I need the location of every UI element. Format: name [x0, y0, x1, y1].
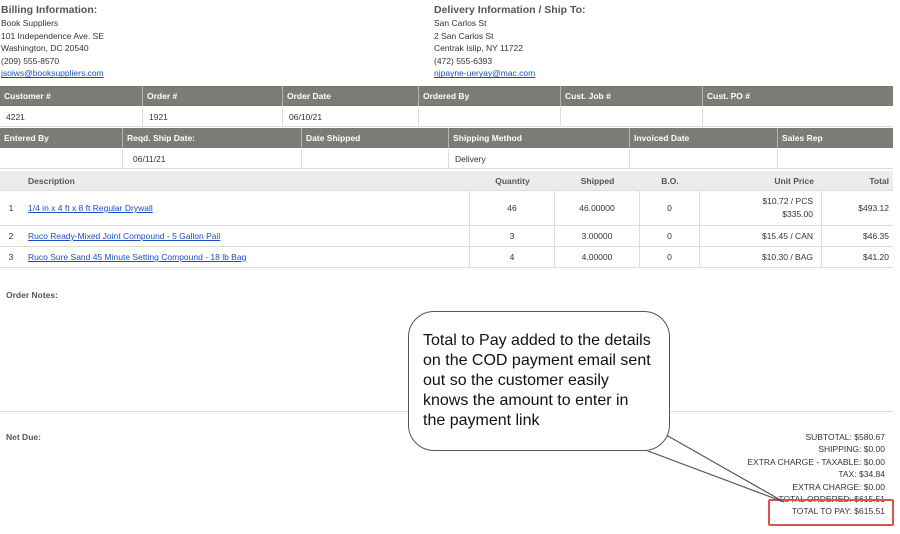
- annotation-callout: Total to Pay added to the details on the…: [408, 311, 670, 451]
- order-date-value: 06/10/21: [283, 107, 419, 126]
- extra-charge: EXTRA CHARGE: $0.00: [792, 481, 885, 492]
- item-bo: 0: [640, 247, 700, 267]
- order-notes-label: Order Notes:: [6, 290, 58, 300]
- delivery-name: San Carlos St: [434, 18, 487, 28]
- order-date-header: Order Date: [283, 86, 419, 106]
- billing-phone: (209) 555-8570: [1, 55, 60, 66]
- item-number: 1: [8, 203, 14, 213]
- invoiced-date-value: [630, 149, 778, 168]
- cust-job-value: [561, 107, 703, 126]
- entered-by-value: [0, 149, 123, 168]
- item-shipped: 46.00000: [555, 191, 640, 225]
- billing-info: Billing Information: Book Suppliers 101 …: [1, 4, 104, 80]
- ship-values-row: 06/11/21 Delivery: [0, 149, 893, 169]
- sales-rep-value: [778, 149, 893, 168]
- item-description-link[interactable]: 1/4 in x 4 ft x 8 ft Regular Drywall: [28, 201, 153, 215]
- extra-charge-taxable: EXTRA CHARGE - TAXABLE: $0.00: [747, 456, 885, 467]
- item-shipped: 3.00000: [555, 226, 640, 246]
- items-table: Description Quantity Shipped B.O. Unit P…: [0, 171, 893, 268]
- billing-title: Billing Information:: [1, 4, 98, 16]
- quantity-header: Quantity: [495, 176, 530, 186]
- order-number-value: 1921: [143, 107, 283, 126]
- item-quantity: 46: [470, 191, 555, 225]
- cust-po-value: [703, 107, 893, 126]
- reqd-ship-date-value: 06/11/21: [123, 149, 302, 168]
- delivery-email-link[interactable]: njpayne-ueryay@mac.com: [434, 68, 535, 78]
- item-total: $46.35: [863, 231, 889, 241]
- item-total: $41.20: [863, 252, 889, 262]
- items-header-row: Description Quantity Shipped B.O. Unit P…: [0, 171, 893, 191]
- delivery-address: 2 San Carlos St: [434, 30, 494, 41]
- ordered-by-value: [419, 107, 561, 126]
- item-bo: 0: [640, 226, 700, 246]
- customer-number-value: 4221: [0, 107, 143, 126]
- billing-name: Book Suppliers: [1, 18, 59, 28]
- subtotal: SUBTOTAL: $580.67: [805, 432, 885, 442]
- unit-price-header: Unit Price: [774, 176, 814, 186]
- billing-city: Washington, DC 20540: [1, 43, 89, 54]
- entered-by-header: Entered By: [0, 128, 123, 148]
- item-quantity: 3: [470, 226, 555, 246]
- item-quantity: 4: [470, 247, 555, 267]
- unit-price-secondary: $335.00: [782, 209, 813, 219]
- invoiced-date-header: Invoiced Date: [630, 128, 778, 148]
- billing-address: 101 Independence Ave. SE: [1, 30, 104, 41]
- tax-total: TAX: $34.84: [838, 469, 885, 480]
- item-number-header: [0, 171, 22, 190]
- total-to-pay-highlight: [768, 499, 894, 526]
- cust-job-header: Cust. Job #: [561, 86, 703, 106]
- item-unit-price: $10.30 / BAG: [700, 247, 822, 267]
- bo-header: B.O.: [661, 176, 679, 186]
- item-bo: 0: [640, 191, 700, 225]
- delivery-title: Delivery Information / Ship To:: [434, 4, 586, 16]
- date-shipped-value: [302, 149, 449, 168]
- item-description-link[interactable]: Ruco Sure Sand 45 Minute Setting Compoun…: [28, 252, 246, 262]
- ship-header-row: Entered By Reqd. Ship Date: Date Shipped…: [0, 128, 893, 148]
- item-unit-price: $10.72 / PCS $335.00: [700, 191, 822, 225]
- cust-po-header: Cust. PO #: [707, 91, 750, 101]
- item-shipped: 4.00000: [555, 247, 640, 267]
- order-number-header: Order #: [143, 86, 283, 106]
- table-row: 3 Ruco Sure Sand 45 Minute Setting Compo…: [0, 247, 893, 268]
- customer-number-header: Customer #: [0, 86, 143, 106]
- order-header-row: Customer # Order # Order Date Ordered By…: [0, 86, 893, 106]
- sales-rep-header: Sales Rep: [782, 133, 823, 143]
- item-total: $493.12: [858, 203, 889, 213]
- unit-price-main: $10.72 / PCS: [762, 196, 813, 206]
- table-row: 1 1/4 in x 4 ft x 8 ft Regular Drywall 4…: [0, 191, 893, 226]
- date-shipped-header: Date Shipped: [302, 128, 449, 148]
- shipping-total: SHIPPING: $0.00: [818, 444, 885, 455]
- item-description-link[interactable]: Ruco Ready-Mixed Joint Compound - 5 Gall…: [28, 231, 220, 241]
- reqd-ship-date-header: Reqd. Ship Date:: [123, 128, 302, 148]
- delivery-phone: (472) 555-6393: [434, 55, 493, 66]
- delivery-info: Delivery Information / Ship To: San Carl…: [434, 4, 586, 80]
- item-unit-price: $15.45 / CAN: [700, 226, 822, 246]
- description-header: Description: [28, 176, 75, 186]
- delivery-city: Centrak Islip, NY 11722: [434, 43, 523, 54]
- net-due-label: Net Due:: [6, 432, 41, 442]
- shipping-method-header: Shipping Method: [449, 128, 630, 148]
- item-number: 2: [8, 231, 14, 241]
- billing-email-link[interactable]: jsoiws@booksuppliers.com: [1, 68, 104, 78]
- order-values-row: 4221 1921 06/10/21: [0, 107, 893, 127]
- shipping-method-value: Delivery: [449, 149, 630, 168]
- table-row: 2 Ruco Ready-Mixed Joint Compound - 5 Ga…: [0, 226, 893, 247]
- shipped-header: Shipped: [580, 176, 615, 186]
- total-header: Total: [869, 176, 889, 186]
- item-number: 3: [8, 252, 14, 262]
- ordered-by-header: Ordered By: [419, 86, 561, 106]
